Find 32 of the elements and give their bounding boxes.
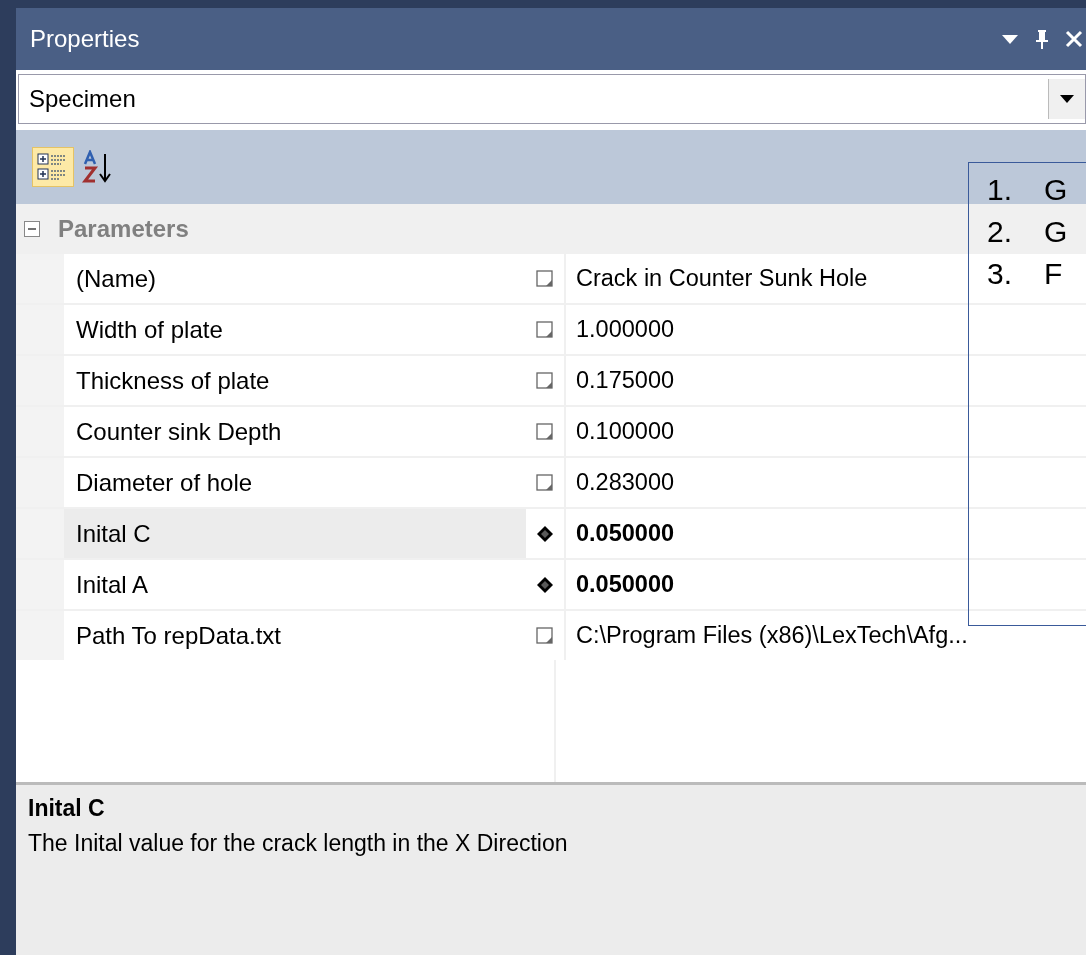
property-name[interactable]: Inital C [64,509,526,558]
property-name[interactable]: Counter sink Depth [64,407,526,456]
object-selector-field[interactable]: Specimen [18,74,1086,124]
property-value[interactable]: 0.100000 [576,418,675,445]
list-text: G [1044,215,1068,249]
property-value[interactable]: Crack in Counter Sunk Hole [576,265,868,292]
window-title: Properties [30,25,140,53]
description-text: The Inital value for the crack length in the X Direction [28,830,569,857]
dropdown-arrow-icon[interactable] [1000,33,1020,45]
property-value[interactable]: 0.175000 [576,367,675,394]
property-name[interactable]: Inital A [64,560,526,609]
description-title: Inital C [28,795,106,822]
property-name[interactable]: Width of plate [64,305,526,354]
list-number: 2. [987,215,1013,249]
list-text: F [1044,257,1063,291]
property-name[interactable]: Path To repData.txt [64,611,526,660]
property-value[interactable]: 0.283000 [576,469,675,496]
dropdown-arrow-icon [1059,94,1075,104]
property-value[interactable]: 1.000000 [576,316,675,343]
pin-icon[interactable] [1034,28,1050,50]
list-number: 3. [987,257,1013,291]
close-icon[interactable] [1064,29,1084,49]
property-name[interactable]: (Name) [64,254,526,303]
property-value[interactable]: 0.050000 [576,571,675,598]
collapse-icon[interactable] [24,221,40,237]
list-text: G [1044,173,1068,207]
list-number: 1. [987,173,1013,207]
property-value[interactable]: 0.050000 [576,520,675,547]
categorized-view-button[interactable] [32,147,74,187]
category-label: Parameters [58,215,189,243]
property-name[interactable]: Diameter of hole [64,458,526,507]
property-name[interactable]: Thickness of plate [64,356,526,405]
